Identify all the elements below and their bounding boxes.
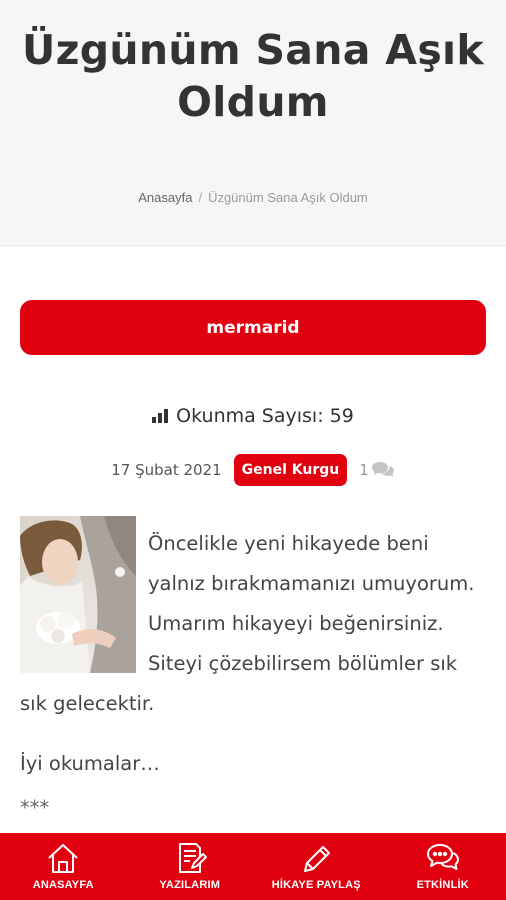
breadcrumb: Anasayfa / Üzgünüm Sana Aşık Oldum <box>0 190 506 205</box>
comments-link[interactable]: 1 <box>359 461 395 479</box>
breadcrumb-separator: / <box>198 190 203 205</box>
read-count-label: Okunma Sayısı: 59 <box>176 405 354 427</box>
tab-label: YAZILARIM <box>159 879 221 891</box>
comment-count: 1 <box>359 461 369 479</box>
tab-label: ANASAYFA <box>32 879 94 891</box>
page-title: Üzgünüm Sana Aşık Oldum <box>22 26 484 126</box>
document-edit-icon <box>178 843 207 873</box>
tab-etkinlik[interactable]: ETKİNLİK <box>380 833 506 900</box>
story-content: Öncelikle yeni hikayede beni yalnız bıra… <box>20 516 486 828</box>
signal-bars-icon <box>152 409 169 423</box>
breadcrumb-home-link[interactable]: Anasayfa <box>138 190 192 205</box>
paragraph-greeting: İyi okumalar… <box>20 752 160 775</box>
story-cover-image <box>20 516 136 673</box>
tab-hikaye-paylas[interactable]: HİKAYE PAYLAŞ <box>253 833 380 900</box>
tab-label: ETKİNLİK <box>416 879 469 891</box>
publish-date: 17 Şubat 2021 <box>111 461 222 479</box>
comments-icon <box>371 462 394 477</box>
tab-label: HİKAYE PAYLAŞ <box>271 879 361 891</box>
chat-bubbles-icon <box>426 844 459 870</box>
pencil-icon <box>304 846 331 872</box>
home-icon <box>48 844 78 873</box>
read-count: Okunma Sayısı: 59 <box>0 402 506 430</box>
story-meta: 17 Şubat 2021 Genel Kurgu 1 <box>0 452 506 488</box>
page-header: Üzgünüm Sana Aşık Oldum Anasayfa / Üzgünüm… <box>0 0 506 246</box>
category-badge[interactable]: Genel Kurgu <box>233 454 348 486</box>
bottom-tab-bar: ANASAYFA YAZILARIM HİKAYE PAYLAŞ ETKİNLİ… <box>0 833 506 900</box>
author-button[interactable]: mermarid <box>20 300 486 355</box>
paragraph-divider: *** <box>20 796 50 819</box>
breadcrumb-current: Üzgünüm Sana Aşık Oldum <box>208 190 368 205</box>
tab-anasayfa[interactable]: ANASAYFA <box>0 833 127 900</box>
tab-yazilarim[interactable]: YAZILARIM <box>127 833 254 900</box>
